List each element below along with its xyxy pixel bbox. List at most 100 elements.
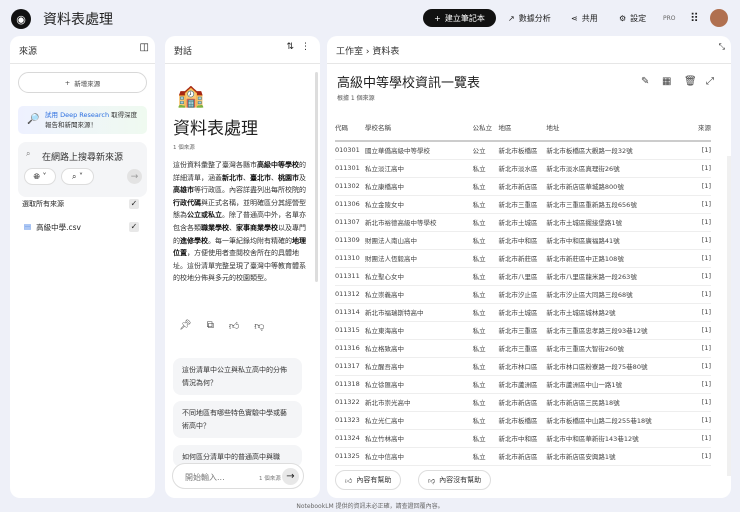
table-cell: 011325 — [335, 447, 365, 466]
source-item[interactable]: ▤ 高級中學.csv — [24, 222, 81, 233]
deep-research-link[interactable]: 試用 Deep Research — [45, 111, 109, 119]
citation-link[interactable]: [1] — [691, 177, 711, 196]
citation-link[interactable]: [1] — [691, 159, 711, 178]
table-cell: 新北市三重區 — [498, 195, 547, 214]
column-header[interactable]: 公私立 — [472, 120, 499, 142]
divider — [10, 63, 155, 64]
chat-input-placeholder: 開始輸入... — [185, 473, 225, 482]
thumbs-down-icon[interactable]: 👎︎ — [254, 320, 264, 332]
source-name: 高級中學.csv — [36, 223, 81, 232]
submit-arrow-icon[interactable]: → — [127, 169, 142, 184]
notebook-title[interactable]: 資料表處理 — [43, 9, 113, 29]
collapse-icon[interactable]: ⤡ — [719, 42, 725, 52]
summary-highlight: 桃園市 — [278, 173, 299, 182]
citation-link[interactable]: [1] — [691, 267, 711, 286]
table-cell: 新北市汐止區大同路三段68號 — [546, 285, 692, 304]
web-search-box: ⌕ 在網路上搜尋新來源 🌐︎ ˅ ⌕ ˅ → — [18, 142, 147, 197]
column-header[interactable]: 地址 — [546, 120, 692, 142]
plus-icon: + — [64, 78, 71, 87]
deep-research-promo[interactable]: 🔎 試用 Deep Research 取得深度報告和新聞來源！ — [18, 106, 147, 134]
citation-link[interactable]: [1] — [691, 429, 711, 448]
citation-link[interactable]: [1] — [691, 339, 711, 358]
table-scrollbar[interactable] — [727, 156, 731, 476]
collapse-panel-icon[interactable]: ◫ — [140, 42, 149, 53]
citation-link[interactable]: [1] — [691, 411, 711, 430]
research-mode-dropdown[interactable]: ⌕ ˅ — [61, 168, 94, 185]
breadcrumb-studio[interactable]: 工作室 — [336, 47, 363, 57]
settings-button[interactable]: ⚙ 設定 — [611, 9, 654, 27]
table-header-row: 代碼 學校名稱 公私立 地區 地址 來源 — [335, 120, 711, 142]
add-source-button[interactable]: + 新增來源 — [18, 72, 147, 93]
citation-link[interactable]: [1] — [691, 447, 711, 466]
citation-link[interactable]: [1] — [691, 285, 711, 304]
table-row: 011318 私立徐匯高中 私立 新北市蘆洲區 新北市蘆洲區中山一路1號 [1] — [335, 375, 711, 394]
share-button[interactable]: ⋖ 共用 — [563, 9, 606, 27]
table-cell: 新北市新店區 — [498, 393, 547, 412]
helpful-button[interactable]: 👍︎ 內容有幫助 — [335, 470, 402, 490]
citation-link[interactable]: [1] — [691, 321, 711, 340]
citation-link[interactable]: [1] — [691, 393, 711, 412]
analytics-button[interactable]: ↗ 數據分析 — [500, 9, 559, 27]
pin-icon[interactable]: 📌︎ — [179, 320, 192, 332]
web-source-dropdown[interactable]: 🌐︎ ˅ — [24, 168, 56, 185]
trend-icon: ↗ — [508, 13, 515, 23]
chat-input[interactable]: 開始輸入... 1 個來源 → — [172, 463, 304, 489]
edit-icon[interactable]: ✎ — [641, 76, 649, 87]
citation-link[interactable]: [1] — [691, 195, 711, 214]
apps-grid-icon[interactable]: ⠿ — [682, 9, 707, 27]
table-cell: 新北市新店區三民路18號 — [546, 393, 692, 412]
table-export-icon[interactable]: ▦ — [662, 76, 671, 87]
table-row: 011315 私立東海高中 私立 新北市三重區 新北市三重區忠孝路三段93巷12號 [1] — [335, 321, 711, 340]
not-helpful-button[interactable]: 👎︎ 內容沒有幫助 — [418, 470, 492, 490]
chat-scrollbar[interactable] — [315, 72, 318, 282]
based-on-sources: 根據 1 個來源 — [337, 95, 375, 102]
expand-icon[interactable]: ⤢ — [706, 76, 714, 87]
suggested-question[interactable]: 這份清單中公立與私立高中的分佈情況為何？ — [173, 358, 302, 395]
citation-link[interactable]: [1] — [691, 303, 711, 322]
sparkle-search-icon: ⌕ ˅ — [71, 171, 84, 181]
suggested-question[interactable]: 不同地區有哪些特色實驗中學或藝術高中？ — [173, 401, 302, 438]
table-cell: 新北市蘆洲區 — [498, 375, 547, 394]
copy-icon[interactable]: ⧉ — [207, 320, 214, 332]
table-row: 011317 私立醒吾高中 私立 新北市林口區 新北市林口區粉寮路一段75巷80號 [1] — [335, 357, 711, 376]
send-arrow-icon[interactable]: → — [282, 468, 299, 485]
table-row: 011306 私立金陵女中 私立 新北市三重區 新北市三重區重新路五段656號 [1] — [335, 195, 711, 214]
table-cell: 新北市八里區 — [498, 267, 547, 286]
notebooklm-logo-icon[interactable]: ◉ — [11, 9, 31, 29]
source-checkbox[interactable]: ✓ — [129, 222, 139, 232]
table-cell: 新北市板橋區 — [498, 411, 547, 430]
table-cell: 011323 — [335, 411, 365, 430]
table-cell: 私立光仁高中 — [364, 411, 473, 430]
delete-icon[interactable]: 🗑︎ — [684, 76, 697, 87]
column-header[interactable]: 代碼 — [335, 120, 365, 142]
table-cell: 私立 — [472, 447, 499, 466]
citation-link[interactable]: [1] — [691, 249, 711, 268]
tune-icon[interactable]: ⇅ — [286, 42, 294, 52]
avatar[interactable] — [710, 9, 728, 27]
table-row: 011307 新北市裕德高級中等學校 私立 新北市土城區 新北市土城區擺接堡路1號 [1] — [335, 213, 711, 232]
select-all-label: 選取所有來源 — [22, 200, 64, 208]
web-search-input[interactable]: 在網路上搜尋新來源 — [42, 150, 123, 163]
citation-link[interactable]: [1] — [691, 231, 711, 250]
citation-link[interactable]: [1] — [691, 213, 711, 232]
table-cell: 私立 — [472, 357, 499, 376]
table-cell: 私立 — [472, 411, 499, 430]
table-cell: 新北市新莊區中正路108號 — [546, 249, 692, 268]
select-all-checkbox[interactable]: ✓ — [129, 199, 139, 209]
thumbs-up-icon[interactable]: 👍︎ — [229, 320, 239, 332]
table-row: 011325 私立中信高中 私立 新北市新店區 新北市新店區安興路1號 [1] — [335, 447, 711, 466]
table-cell: 新北市三重區重新路五段656號 — [546, 195, 692, 214]
table-cell: 011315 — [335, 321, 365, 340]
more-icon[interactable]: ⋮ — [301, 42, 310, 52]
citation-link[interactable]: [1] — [691, 141, 711, 160]
citation-link[interactable]: [1] — [691, 357, 711, 376]
column-header[interactable]: 地區 — [498, 120, 547, 142]
column-header[interactable]: 來源 — [691, 120, 711, 142]
new-notebook-button[interactable]: + 建立筆記本 — [423, 9, 496, 27]
table-cell: 新北市三重區 — [498, 321, 547, 340]
table-cell: 私立醒吾高中 — [364, 357, 473, 376]
settings-label: 設定 — [630, 13, 647, 23]
column-header[interactable]: 學校名稱 — [364, 120, 473, 142]
summary-text: 等行政區。內容詳盡列出每所校院的 — [194, 186, 306, 195]
citation-link[interactable]: [1] — [691, 375, 711, 394]
